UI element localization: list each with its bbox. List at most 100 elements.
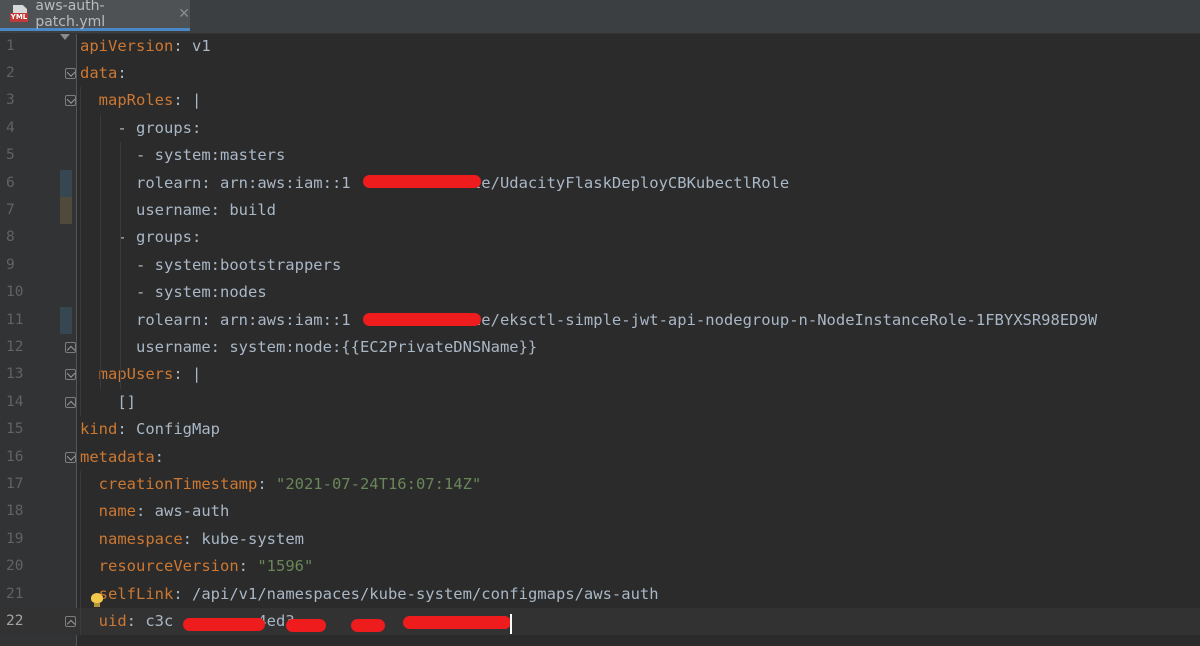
code-line[interactable]: 17 creationTimestamp: "2021-07-24T16:07:… xyxy=(0,471,1200,498)
yaml-key: selfLink xyxy=(98,584,174,603)
indent-guide xyxy=(100,114,101,389)
text-caret xyxy=(510,614,512,634)
code-text: data: xyxy=(80,63,127,82)
code-text: - groups: xyxy=(80,115,201,142)
code-line[interactable]: 12 username: system:node:{{EC2PrivateDNS… xyxy=(0,334,1200,361)
code-text: username: system:node:{{EC2PrivateDNSNam… xyxy=(80,334,537,361)
yaml-key: resourceVersion xyxy=(98,557,239,576)
yaml-key: mapRoles xyxy=(98,91,174,110)
yaml-value: username: system:node:{{EC2PrivateDNSNam… xyxy=(136,337,538,356)
yaml-key: namespace xyxy=(98,529,183,548)
code-line[interactable]: 19 namespace: kube-system xyxy=(0,526,1200,553)
code-line[interactable]: 22 uid: c3c -4ed3- xyxy=(0,607,1200,636)
fold-end-icon[interactable] xyxy=(65,615,76,627)
code-text: - groups: xyxy=(80,224,201,251)
line-number: 17 xyxy=(6,475,24,492)
indent-guide xyxy=(80,87,81,417)
line-number: 9 xyxy=(6,256,15,273)
code-line[interactable]: 8 - groups: xyxy=(0,224,1200,251)
line-number: 20 xyxy=(6,558,24,575)
line-number: 22 xyxy=(6,612,24,629)
yaml-key: creationTimestamp xyxy=(98,474,258,493)
code-line[interactable]: 21 selfLink: /api/v1/namespaces/kube-sys… xyxy=(0,581,1200,608)
yaml-value: username: build xyxy=(136,200,276,219)
lightbulb-icon[interactable] xyxy=(91,593,103,607)
yaml-value: - system:nodes xyxy=(136,283,267,302)
close-icon[interactable]: ✕ xyxy=(178,6,190,22)
code-line[interactable]: 18 name: aws-auth xyxy=(0,498,1200,525)
line-number: 8 xyxy=(6,229,15,246)
code-line[interactable]: 2 data: xyxy=(0,60,1200,87)
code-editor[interactable]: 1 apiVersion: v1 2 data: 3 mapRoles: | 4 - gr… xyxy=(0,34,1200,646)
line-number: 2 xyxy=(6,64,15,81)
code-text: apiVersion: v1 xyxy=(80,36,211,55)
code-text: mapUsers: | xyxy=(98,365,202,384)
fold-end-icon[interactable] xyxy=(65,341,76,353)
redaction-mark xyxy=(183,618,265,631)
code-line[interactable]: 20 resourceVersion: "1596" xyxy=(0,553,1200,580)
yaml-key: metadata xyxy=(80,447,155,466)
code-line[interactable]: 3 mapRoles: | xyxy=(0,87,1200,114)
yaml-value: | xyxy=(192,365,202,384)
yaml-key: kind xyxy=(80,420,118,439)
line-number: 1 xyxy=(6,37,15,54)
code-line[interactable]: 5 - system:masters xyxy=(0,142,1200,169)
vcs-change-marker[interactable] xyxy=(60,306,72,334)
vcs-change-marker[interactable] xyxy=(60,196,72,225)
yaml-value: aws-auth xyxy=(154,502,230,521)
code-text: namespace: kube-system xyxy=(98,529,304,548)
code-line[interactable]: 13 mapUsers: | xyxy=(0,361,1200,388)
code-text: resourceVersion: "1596" xyxy=(98,557,314,576)
code-line[interactable]: 7 username: build xyxy=(0,196,1200,225)
code-line[interactable]: 16 metadata: xyxy=(0,444,1200,471)
code-line[interactable]: 10 - system:nodes xyxy=(0,279,1200,306)
code-text: rolearn: arn:aws:iam::1 :role/eksctl-sim… xyxy=(80,307,1097,334)
yaml-value: - groups: xyxy=(117,118,202,137)
line-number: 12 xyxy=(6,338,24,355)
line-number: 5 xyxy=(6,147,15,164)
indent-guide xyxy=(120,142,121,252)
code-text: name: aws-auth xyxy=(98,502,230,521)
fold-end-icon[interactable] xyxy=(65,396,76,408)
fold-open-icon[interactable] xyxy=(65,369,76,381)
line-number: 10 xyxy=(6,284,24,301)
yaml-value: rolearn: arn:aws:iam::1 :role/eksctl-sim… xyxy=(136,310,1098,329)
yaml-value: [] xyxy=(117,392,136,411)
code-line[interactable]: 9 - system:bootstrappers xyxy=(0,252,1200,279)
yaml-key: data xyxy=(80,63,118,82)
code-line[interactable]: 11 rolearn: arn:aws:iam::1 :role/eksctl-… xyxy=(0,306,1200,334)
yaml-value: ConfigMap xyxy=(136,420,220,439)
yaml-value: kube-system xyxy=(201,529,304,548)
yaml-value: - system:masters xyxy=(136,146,286,165)
editor-tab-bar: YML aws-auth-patch.yml ✕ xyxy=(0,0,1200,34)
fold-open-icon[interactable] xyxy=(65,451,76,463)
yaml-file-icon: YML xyxy=(10,5,31,23)
code-line[interactable]: 1 apiVersion: v1 xyxy=(0,33,1200,60)
code-line[interactable]: 14 [] xyxy=(0,389,1200,416)
yaml-key: uid xyxy=(98,611,127,630)
code-text: selfLink: /api/v1/namespaces/kube-system… xyxy=(98,584,659,603)
redaction-mark xyxy=(363,313,481,326)
code-line[interactable]: 15 kind: ConfigMap xyxy=(0,416,1200,443)
vcs-change-marker[interactable] xyxy=(60,169,72,197)
yaml-value: | xyxy=(192,91,202,110)
yaml-key: mapUsers xyxy=(98,365,174,384)
line-number: 15 xyxy=(6,421,24,438)
line-number: 3 xyxy=(6,92,15,109)
indent-guide xyxy=(80,471,81,636)
code-text: - system:nodes xyxy=(80,279,267,306)
fold-open-icon[interactable] xyxy=(65,67,76,79)
yaml-value: - groups: xyxy=(117,228,202,247)
redaction-mark xyxy=(363,175,481,188)
code-text: creationTimestamp: "2021-07-24T16:07:14Z… xyxy=(98,474,482,493)
code-text: - system:masters xyxy=(80,142,285,169)
yaml-value: /api/v1/namespaces/kube-system/configmap… xyxy=(192,584,659,603)
code-text: mapRoles: | xyxy=(98,91,202,110)
fold-open-icon[interactable] xyxy=(65,95,76,107)
code-text: [] xyxy=(80,389,136,416)
line-number: 19 xyxy=(6,530,24,547)
code-line[interactable]: 6 rolearn: arn:aws:iam::1 :role/UdacityF… xyxy=(0,169,1200,197)
tab-aws-auth-patch[interactable]: YML aws-auth-patch.yml ✕ xyxy=(0,0,190,31)
code-line[interactable]: 4 - groups: xyxy=(0,115,1200,142)
line-number: 21 xyxy=(6,585,24,602)
